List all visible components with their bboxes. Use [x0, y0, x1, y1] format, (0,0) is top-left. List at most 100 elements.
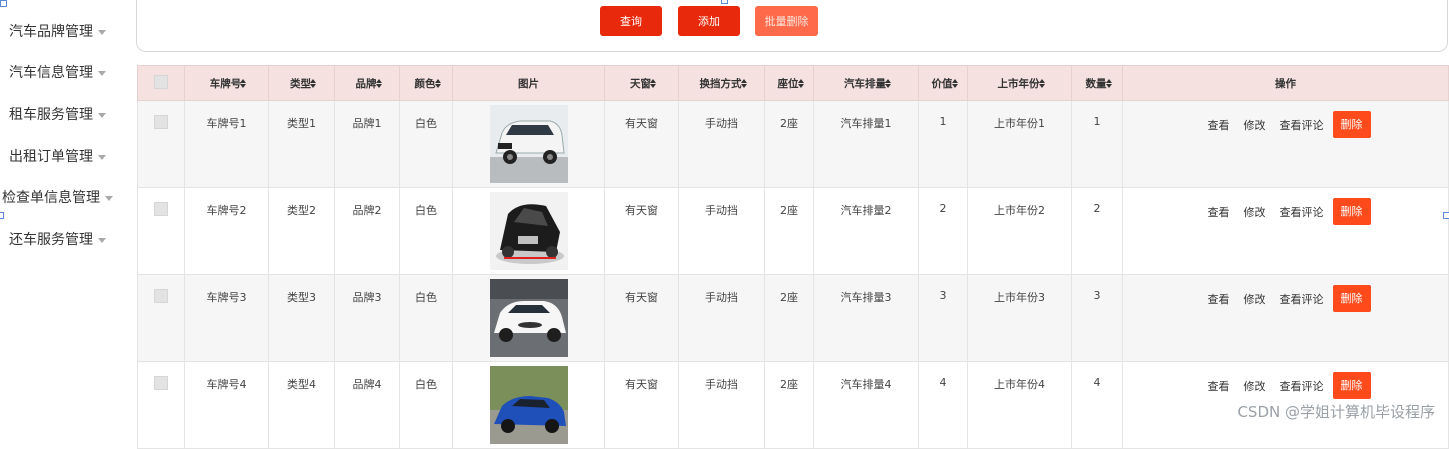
car-image[interactable] — [489, 279, 568, 357]
sidebar-item-inspection[interactable]: 检查单信息管理 — [0, 183, 137, 213]
view-link[interactable]: 查看 — [1208, 117, 1230, 133]
column-header-brand[interactable]: 品牌 — [334, 65, 400, 101]
car-image[interactable] — [489, 192, 568, 270]
delete-button[interactable]: 删除 — [1332, 285, 1371, 312]
year-cell: 上市年份4 — [967, 361, 1072, 449]
column-header-gear[interactable]: 换挡方式 — [678, 65, 765, 101]
gear-cell: 手动挡 — [678, 100, 765, 188]
brand-cell: 品牌4 — [334, 361, 400, 449]
resize-handle[interactable] — [721, 0, 728, 4]
seats-cell: 2座 — [764, 361, 814, 449]
type-cell: 类型1 — [268, 100, 335, 188]
view-comments-link[interactable]: 查看评论 — [1280, 291, 1324, 307]
chevron-down-icon — [98, 154, 106, 160]
select-all-checkbox[interactable] — [154, 74, 168, 89]
year-cell: 上市年份2 — [967, 187, 1072, 275]
sidebar-item-label: 检查单信息管理 — [2, 190, 100, 206]
column-header-color[interactable]: 颜色 — [399, 65, 453, 101]
sidebar: 汽车品牌管理 汽车信息管理 租车服务管理 出租订单管理 检查单信息管理 还车服务… — [0, 0, 135, 430]
sidebar-item-label: 出租订单管理 — [9, 149, 93, 165]
column-header-sunroof[interactable]: 天窗 — [604, 65, 679, 101]
color-cell: 白色 — [399, 187, 453, 275]
brand-cell: 品牌2 — [334, 187, 400, 275]
resize-handle[interactable] — [0, 0, 7, 7]
sidebar-item-rental-orders[interactable]: 出租订单管理 — [0, 142, 144, 172]
column-header-seats[interactable]: 座位 — [764, 65, 814, 101]
view-comments-link[interactable]: 查看评论 — [1280, 378, 1324, 394]
resize-handle[interactable] — [0, 212, 4, 219]
car-image[interactable] — [489, 366, 568, 444]
color-cell: 白色 — [399, 100, 453, 188]
table-row: 车牌号2 类型2 品牌2 白色 有天窗 手动挡 2座 汽车排量2 2 上市年份2… — [137, 187, 1449, 275]
qty-cell: 1 — [1071, 100, 1123, 188]
sidebar-item-return-service[interactable]: 还车服务管理 — [0, 225, 144, 255]
gear-cell: 手动挡 — [678, 361, 765, 449]
displacement-cell: 汽车排量1 — [813, 100, 919, 188]
query-button[interactable]: 查询 — [600, 6, 662, 36]
edit-link[interactable]: 修改 — [1244, 117, 1266, 133]
view-link[interactable]: 查看 — [1208, 291, 1230, 307]
column-header-qty[interactable]: 数量 — [1071, 65, 1123, 101]
sunroof-cell: 有天窗 — [604, 187, 679, 275]
resize-handle[interactable] — [1443, 212, 1449, 219]
seats-cell: 2座 — [764, 187, 814, 275]
edit-link[interactable]: 修改 — [1244, 378, 1266, 394]
column-header-plate[interactable]: 车牌号 — [184, 65, 269, 101]
delete-button[interactable]: 删除 — [1332, 111, 1371, 138]
edit-link[interactable]: 修改 — [1244, 291, 1266, 307]
sidebar-item-label: 租车服务管理 — [9, 107, 93, 123]
view-link[interactable]: 查看 — [1208, 204, 1230, 220]
row-checkbox[interactable] — [154, 376, 168, 390]
sunroof-cell: 有天窗 — [604, 100, 679, 188]
column-header-actions: 操作 — [1122, 65, 1449, 101]
delete-button[interactable]: 删除 — [1332, 198, 1371, 225]
row-checkbox[interactable] — [154, 115, 168, 129]
column-header-year[interactable]: 上市年份 — [967, 65, 1072, 101]
color-cell: 白色 — [399, 274, 453, 362]
qty-cell: 4 — [1071, 361, 1123, 449]
sidebar-item-rental-service[interactable]: 租车服务管理 — [0, 100, 144, 130]
image-cell — [452, 187, 605, 275]
column-header-image: 图片 — [452, 65, 605, 101]
batch-delete-button[interactable]: 批量删除 — [755, 6, 818, 36]
table-header-row: 车牌号 类型 品牌 颜色 图片 天窗 换挡方式 座位 汽车排量 价值 上市年份 … — [137, 65, 1449, 101]
gear-cell: 手动挡 — [678, 187, 765, 275]
column-header-value[interactable]: 价值 — [918, 65, 968, 101]
plate-cell: 车牌号2 — [184, 187, 269, 275]
sidebar-item-car-brand[interactable]: 汽车品牌管理 — [0, 17, 144, 47]
chevron-down-icon — [98, 112, 106, 118]
view-comments-link[interactable]: 查看评论 — [1280, 117, 1324, 133]
row-checkbox[interactable] — [154, 202, 168, 216]
gear-cell: 手动挡 — [678, 274, 765, 362]
column-header-type[interactable]: 类型 — [268, 65, 335, 101]
value-cell: 1 — [918, 100, 968, 188]
car-image[interactable] — [489, 105, 568, 183]
type-cell: 类型4 — [268, 361, 335, 449]
type-cell: 类型3 — [268, 274, 335, 362]
color-cell: 白色 — [399, 361, 453, 449]
edit-link[interactable]: 修改 — [1244, 204, 1266, 220]
chevron-down-icon — [98, 70, 106, 76]
sunroof-cell: 有天窗 — [604, 361, 679, 449]
sidebar-item-label: 汽车信息管理 — [9, 65, 93, 81]
plate-cell: 车牌号3 — [184, 274, 269, 362]
select-all-header[interactable] — [137, 65, 185, 101]
image-cell — [452, 100, 605, 188]
delete-button[interactable]: 删除 — [1332, 372, 1371, 399]
view-comments-link[interactable]: 查看评论 — [1280, 204, 1324, 220]
actions-cell: 查看 修改 查看评论 删除 — [1122, 187, 1449, 275]
qty-cell: 3 — [1071, 274, 1123, 362]
sidebar-item-label: 汽车品牌管理 — [9, 24, 93, 40]
year-cell: 上市年份1 — [967, 100, 1072, 188]
sidebar-item-label: 还车服务管理 — [9, 232, 93, 248]
qty-cell: 2 — [1071, 187, 1123, 275]
table-row: 车牌号3 类型3 品牌3 白色 有天窗 手动挡 2座 汽车排量3 3 上市年份3… — [137, 274, 1449, 362]
chevron-down-icon — [98, 29, 106, 35]
brand-cell: 品牌3 — [334, 274, 400, 362]
sidebar-item-car-info[interactable]: 汽车信息管理 — [0, 58, 144, 88]
row-checkbox[interactable] — [154, 289, 168, 303]
add-button[interactable]: 添加 — [678, 6, 740, 36]
view-link[interactable]: 查看 — [1208, 378, 1230, 394]
image-cell — [452, 361, 605, 449]
column-header-displacement[interactable]: 汽车排量 — [813, 65, 919, 101]
